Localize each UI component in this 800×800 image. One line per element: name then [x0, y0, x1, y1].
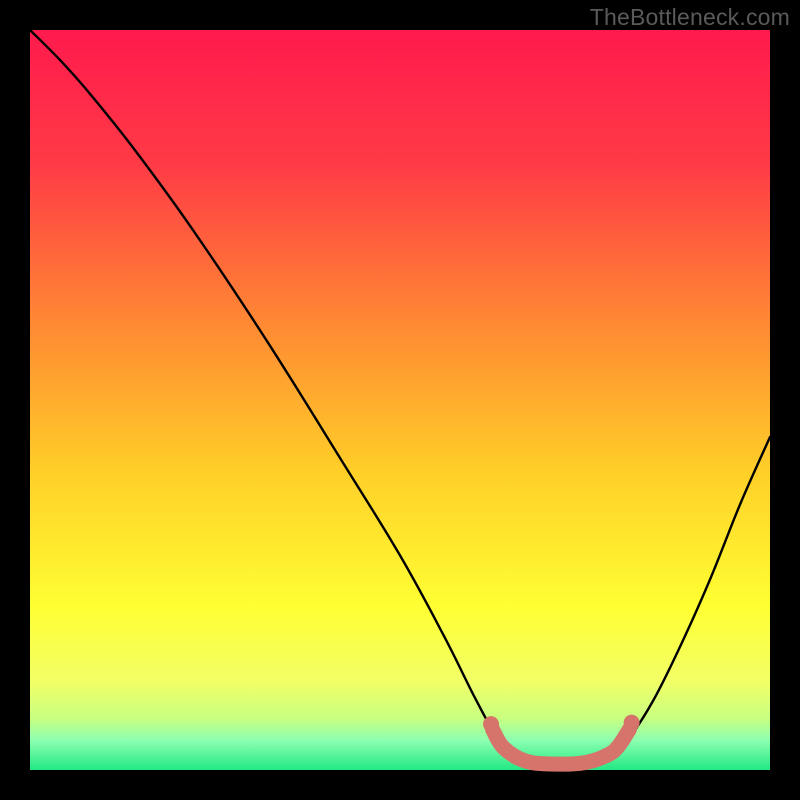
- bottleneck-chart: [0, 0, 800, 800]
- marker-endpoint-dot-1: [624, 715, 640, 731]
- chart-frame: TheBottleneck.com: [0, 0, 800, 800]
- plot-background: [30, 30, 770, 770]
- marker-endpoint-dot-0: [483, 716, 499, 732]
- watermark-text: TheBottleneck.com: [590, 4, 790, 31]
